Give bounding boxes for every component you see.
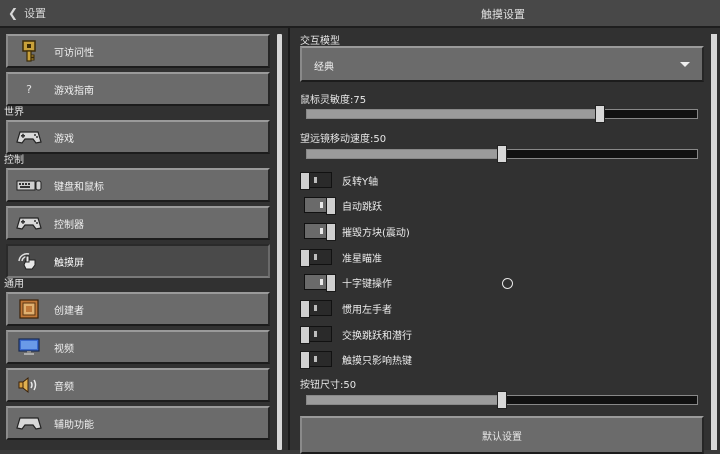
toggle-row-destroy-block: 摧毁方块(震动)	[304, 222, 410, 241]
gamepad-icon	[16, 212, 42, 234]
toggle-label: 交换跳跃和潜行	[342, 330, 412, 342]
settings-scrollbar[interactable]	[711, 34, 717, 450]
dpad-toggle[interactable]	[304, 274, 336, 292]
interaction-model-value: 经典	[314, 62, 334, 73]
sidebar-item-label: 辅助功能	[54, 419, 94, 431]
toggle-knob	[300, 300, 310, 318]
toggle-label: 惯用左手者	[342, 304, 392, 316]
sidebar-item-game[interactable]: 游戏	[6, 120, 270, 154]
mouse-sensitivity-slider[interactable]	[306, 105, 698, 123]
toggle-knob	[300, 172, 310, 190]
toggle-bar	[314, 356, 317, 362]
slider-knob[interactable]	[497, 391, 507, 409]
section-general: 通用	[4, 279, 24, 290]
reset-defaults-button[interactable]: 默认设置	[300, 416, 704, 454]
section-controls: 控制	[4, 155, 24, 166]
button-size-slider[interactable]	[306, 391, 698, 409]
destroy-block-toggle[interactable]	[304, 223, 336, 241]
key-icon	[16, 40, 42, 62]
sidebar-item-label: 触摸屏	[54, 257, 84, 269]
toggle-label: 十字键操作	[342, 278, 392, 290]
toggle-bar	[320, 202, 323, 208]
button-size-label: 按钮尺寸:50	[300, 380, 357, 391]
toggle-label: 触摸只影响热键	[342, 355, 412, 367]
touch-hand-icon	[16, 250, 42, 272]
toggle-row-swap-jump-sneak: 交换跳跃和潜行	[300, 325, 412, 344]
sidebar-item-game-guide[interactable]: ? 游戏指南	[6, 72, 270, 106]
sidebar-item-label: 可访问性	[54, 47, 94, 59]
slider-fill	[307, 110, 600, 118]
sidebar-item-controller[interactable]: 控制器	[6, 206, 270, 240]
mouse-sensitivity-label: 鼠标灵敏度:75	[300, 95, 367, 106]
toggle-label: 准星瞄准	[342, 253, 382, 265]
sidebar-item-label: 控制器	[54, 219, 84, 231]
toggle-row-crosshair: 准星瞄准	[300, 248, 382, 267]
sidebar-item-creator[interactable]: 创建者	[6, 292, 270, 326]
toggle-bar	[314, 305, 317, 311]
slider-knob[interactable]	[497, 145, 507, 163]
toggle-knob	[326, 274, 336, 292]
reset-defaults-label: 默认设置	[482, 432, 522, 443]
gamepad-icon	[16, 412, 42, 434]
toggle-label: 摧毁方块(震动)	[342, 227, 410, 239]
toggle-row-dpad: 十字键操作	[304, 273, 392, 292]
toggle-bar	[314, 177, 317, 183]
toggle-knob	[300, 351, 310, 369]
page-title: 触摸设置	[481, 8, 525, 21]
monitor-icon	[16, 336, 42, 358]
toggle-label: 自动跳跃	[342, 201, 382, 213]
toggle-knob	[326, 197, 336, 215]
sidebar-item-label: 创建者	[54, 305, 84, 317]
speaker-icon	[16, 374, 42, 396]
interaction-model-dropdown[interactable]: 经典	[300, 46, 704, 82]
sidebar-item-label: 音频	[54, 381, 74, 393]
crosshair-toggle[interactable]	[300, 249, 332, 267]
sidebar-item-keyboard-mouse[interactable]: 键盘和鼠标	[6, 168, 270, 202]
question-mark-icon: ?	[26, 82, 32, 96]
sidebar-item-video[interactable]: 视频	[6, 330, 270, 364]
toggle-row-auto-jump: 自动跳跃	[304, 196, 382, 215]
sidebar-item-touchscreen[interactable]: 触摸屏	[6, 244, 270, 278]
pointer-cursor-icon	[502, 278, 513, 289]
toggle-knob	[300, 249, 310, 267]
invert-y-toggle[interactable]	[300, 172, 332, 190]
sidebar-item-label: 游戏指南	[54, 85, 94, 97]
sidebar-item-audio[interactable]: 音频	[6, 368, 270, 402]
sidebar-item-label: 键盘和鼠标	[54, 181, 104, 193]
creator-icon	[16, 298, 42, 320]
touch-hotbar-toggle[interactable]	[300, 351, 332, 369]
toggle-row-left-handed: 惯用左手者	[300, 299, 392, 318]
toggle-bar	[314, 331, 317, 337]
toggle-row-invert-y: 反转Y轴	[300, 171, 379, 190]
slider-knob[interactable]	[594, 105, 605, 123]
toggle-knob	[326, 223, 336, 241]
toggle-knob	[300, 326, 310, 344]
telescope-speed-slider[interactable]	[306, 145, 698, 163]
keyboard-icon	[16, 174, 42, 196]
section-world: 世界	[4, 107, 24, 118]
sidebar-item-label: 游戏	[54, 133, 74, 145]
slider-fill	[307, 150, 502, 158]
auto-jump-toggle[interactable]	[304, 197, 336, 215]
sidebar-item-accessibility[interactable]: 可访问性	[6, 34, 270, 68]
top-bar: ❮ 设置 触摸设置	[0, 0, 720, 28]
sidebar-item-assist[interactable]: 辅助功能	[6, 406, 270, 440]
toggle-label: 反转Y轴	[342, 176, 379, 188]
toggle-row-touch-hotbar: 触摸只影响热键	[300, 350, 412, 369]
sidebar-item-label: 视频	[54, 343, 74, 355]
toggle-bar	[314, 254, 317, 260]
dropdown-arrow-icon	[680, 62, 690, 67]
interaction-model-label: 交互模型	[300, 36, 340, 47]
slider-fill	[307, 396, 502, 404]
gamepad-icon	[16, 126, 42, 148]
swap-jump-sneak-toggle[interactable]	[300, 326, 332, 344]
left-handed-toggle[interactable]	[300, 300, 332, 318]
toggle-bar	[320, 228, 323, 234]
sidebar-scrollbar[interactable]	[277, 34, 282, 450]
telescope-speed-label: 望远镜移动速度:50	[300, 134, 387, 145]
toggle-bar	[320, 279, 323, 285]
sidebar: 可访问性 ? 游戏指南 世界 游戏 控制 键盘和鼠标 控制器 触摸屏 通用 创建…	[0, 28, 290, 450]
